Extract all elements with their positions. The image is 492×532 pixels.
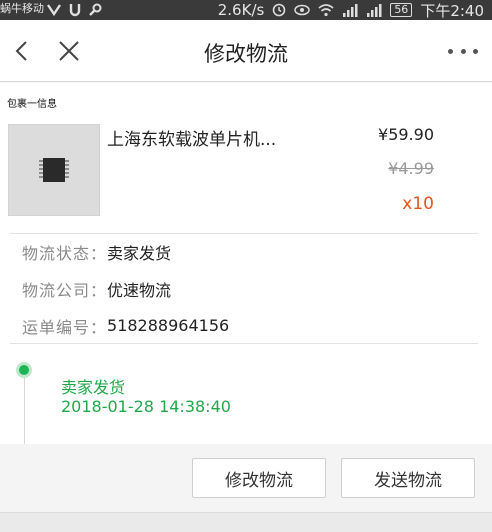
status-bar: 蜗牛移动 2.6K/s 56 下午2:40	[0, 0, 492, 20]
send-logistics-button[interactable]: 发送物流	[341, 458, 475, 498]
wifi-icon	[318, 4, 334, 17]
alarm-icon	[273, 3, 286, 17]
signal-icon-2	[367, 4, 382, 17]
product-name[interactable]: 上海东软载波单片机...	[107, 125, 276, 150]
header-bar: 修改物流	[0, 20, 492, 82]
logistics-timeline: 卖家发货 2018-01-28 14:38:40	[0, 343, 492, 444]
timeline-dot-icon	[16, 362, 32, 378]
product-price: ¥59.90	[378, 125, 434, 144]
package-card: 包裹一信息 上海东软载波单片机... ¥59.90 ¥4.99 x10	[0, 83, 492, 231]
bottom-strip	[0, 512, 492, 532]
info-label: 物流状态：	[22, 243, 108, 263]
info-value: 518288964156	[107, 316, 230, 335]
more-button[interactable]	[448, 42, 478, 60]
info-row-company: 物流公司： 优速物流	[0, 270, 492, 307]
carrier-name: 蜗牛移动	[0, 2, 44, 15]
modify-logistics-button[interactable]: 修改物流	[192, 458, 326, 498]
info-value: 优速物流	[107, 280, 172, 300]
chip-image	[9, 125, 99, 215]
timeline-status: 卖家发货	[61, 378, 126, 397]
info-row-status: 物流状态： 卖家发货	[0, 233, 492, 270]
product-image[interactable]	[8, 124, 100, 216]
package-section-title: 包裹一信息	[7, 99, 57, 110]
wrench-icon	[89, 3, 102, 16]
product-quantity: x10	[402, 194, 434, 214]
signal-icon-1	[343, 4, 358, 17]
info-row-tracking-number: 运单编号： 518288964156	[0, 307, 492, 344]
info-label: 物流公司：	[22, 280, 108, 300]
divider	[10, 233, 478, 234]
timeline-time: 2018-01-28 14:38:40	[61, 397, 231, 416]
logistics-info: 物流状态： 卖家发货 物流公司： 优速物流 运单编号： 518288964156	[0, 231, 492, 343]
info-value: 卖家发货	[107, 243, 172, 263]
info-label: 运单编号：	[22, 317, 108, 337]
original-price: ¥4.99	[388, 159, 434, 178]
more-dot-icon	[460, 48, 466, 54]
battery-indicator: 56	[390, 3, 413, 17]
network-speed: 2.6K/s	[217, 1, 265, 19]
page-title: 修改物流	[204, 42, 288, 66]
u-shape-icon	[69, 4, 81, 17]
notification-icon	[47, 4, 61, 17]
timeline-line	[24, 373, 25, 444]
more-dot-icon	[448, 48, 453, 54]
status-right: 2.6K/s 56 下午2:40	[218, 0, 484, 20]
action-bar: 修改物流 发送物流	[0, 444, 492, 512]
status-left-icons	[46, 0, 102, 20]
clock: 下午2:40	[420, 1, 484, 20]
eye-icon	[294, 4, 311, 16]
divider	[10, 343, 478, 344]
more-dot-icon	[473, 48, 478, 54]
